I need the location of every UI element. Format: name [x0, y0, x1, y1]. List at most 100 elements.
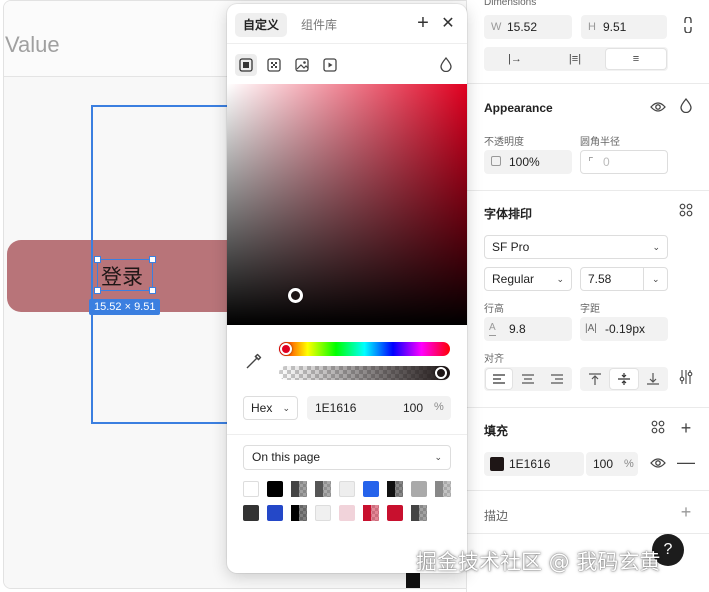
- fill-pct-symbol: %: [624, 458, 634, 470]
- saturation-value-area[interactable]: [227, 84, 467, 325]
- align-left-icon[interactable]: [486, 369, 512, 389]
- drop-icon[interactable]: [435, 54, 457, 76]
- swatch-transparent-half: [395, 481, 403, 497]
- line-height-label: 行高: [484, 304, 504, 315]
- swatch-source-select[interactable]: On this page ⌄: [243, 445, 451, 470]
- appearance-title: Appearance: [484, 101, 553, 115]
- line-height-icon: A: [489, 321, 496, 336]
- blend-mode-icon[interactable]: [676, 97, 696, 118]
- color-swatch[interactable]: [267, 481, 283, 497]
- resize-handle-br[interactable]: [149, 287, 156, 294]
- color-cursor[interactable]: [288, 288, 303, 303]
- hue-slider[interactable]: [279, 342, 450, 356]
- properties-panel: Dimensions W 15.52 H 9.51 |→ |≡| ≡ Appea…: [466, 0, 709, 592]
- color-swatch[interactable]: [339, 505, 355, 521]
- corner-radius-label: 圆角半径: [580, 137, 620, 148]
- swatch-solid-half: [291, 505, 299, 521]
- hex-input[interactable]: 1E1616 100 %: [307, 396, 451, 420]
- resize-hug-option[interactable]: |≡|: [546, 49, 604, 69]
- color-swatch[interactable]: [411, 505, 427, 521]
- align-top-icon[interactable]: [582, 369, 608, 389]
- fill-hex-value: 1E1616: [509, 457, 551, 471]
- width-label: W: [491, 21, 502, 33]
- font-size-value: 7.58: [588, 272, 612, 286]
- constrain-proportions-icon[interactable]: [678, 16, 698, 37]
- fill-type-toolbar: [227, 44, 467, 84]
- height-value: 9.51: [603, 20, 627, 34]
- font-family-select[interactable]: SF Pro ⌄: [484, 235, 668, 259]
- divider: [467, 190, 709, 191]
- close-icon[interactable]: ✕: [438, 13, 458, 35]
- align-middle-icon[interactable]: [610, 369, 638, 389]
- color-swatch[interactable]: [243, 505, 259, 521]
- solid-fill-icon[interactable]: [235, 54, 257, 76]
- resize-fill-option[interactable]: ≡: [606, 49, 666, 69]
- eye-icon[interactable]: [648, 98, 668, 118]
- tab-custom[interactable]: 自定义: [235, 13, 288, 37]
- add-stroke-icon[interactable]: +: [676, 502, 696, 522]
- color-swatch[interactable]: [363, 481, 379, 497]
- color-swatch[interactable]: [315, 481, 331, 497]
- color-swatch[interactable]: [291, 481, 307, 497]
- fill-visibility-eye-icon[interactable]: [648, 454, 668, 474]
- font-size-select[interactable]: 7.58 ⌄: [580, 267, 668, 291]
- fill-styles-icon[interactable]: [648, 419, 668, 439]
- color-swatch[interactable]: [291, 505, 307, 521]
- text-styles-icon[interactable]: [676, 202, 696, 222]
- hex-value: 1E1616: [315, 401, 357, 415]
- color-swatch[interactable]: [315, 505, 331, 521]
- letter-spacing-label: 字距: [580, 304, 600, 315]
- text-layer-content: 登录: [101, 265, 143, 289]
- plus-icon[interactable]: +: [413, 13, 433, 35]
- hue-slider-knob[interactable]: [280, 343, 292, 355]
- color-swatch[interactable]: [387, 481, 403, 497]
- fill-alpha-field[interactable]: 100 %: [586, 452, 638, 476]
- eyedropper-icon[interactable]: [245, 352, 265, 372]
- height-label: H: [588, 21, 596, 33]
- color-swatch[interactable]: [435, 481, 451, 497]
- resize-handle-bl[interactable]: [94, 287, 101, 294]
- alpha-pct-symbol: %: [434, 401, 444, 413]
- align-center-icon[interactable]: [514, 369, 542, 389]
- resize-fixed-option[interactable]: |→: [486, 49, 544, 69]
- align-right-icon[interactable]: [544, 369, 570, 389]
- opacity-value: 100%: [509, 155, 540, 169]
- letter-spacing-value: -0.19px: [605, 322, 646, 336]
- remove-fill-icon[interactable]: —: [676, 452, 696, 472]
- text-settings-icon[interactable]: [676, 369, 696, 389]
- color-swatch[interactable]: [411, 481, 427, 497]
- height-field[interactable]: H 9.51: [581, 15, 667, 39]
- tab-library[interactable]: 组件库: [293, 13, 345, 37]
- line-height-field[interactable]: A 9.8: [484, 317, 572, 341]
- swatch-transparent-half: [299, 481, 307, 497]
- fill-color-swatch[interactable]: [490, 457, 504, 471]
- swatch-solid-half: [315, 481, 323, 497]
- resize-handle-tl[interactable]: [94, 256, 101, 263]
- opacity-field[interactable]: 100%: [484, 150, 572, 174]
- add-fill-icon[interactable]: +: [676, 418, 696, 438]
- typography-title: 字体排印: [484, 207, 533, 221]
- gradient-fill-icon[interactable]: [263, 54, 285, 76]
- align-bottom-icon[interactable]: [640, 369, 666, 389]
- selected-text-layer[interactable]: 登录: [97, 259, 153, 291]
- fill-color-field[interactable]: 1E1616: [484, 452, 584, 476]
- color-swatch[interactable]: [243, 481, 259, 497]
- fill-title: 填充: [484, 424, 509, 438]
- corner-radius-field[interactable]: ⌜ 0: [580, 150, 668, 174]
- font-weight-select[interactable]: Regular ⌄: [484, 267, 572, 291]
- color-swatch[interactable]: [363, 505, 379, 521]
- video-fill-icon[interactable]: [319, 54, 341, 76]
- letter-spacing-field[interactable]: |A| -0.19px: [580, 317, 668, 341]
- color-swatch[interactable]: [267, 505, 283, 521]
- alpha-slider[interactable]: [279, 366, 450, 380]
- color-swatch[interactable]: [339, 481, 355, 497]
- resize-handle-tr[interactable]: [149, 256, 156, 263]
- width-field[interactable]: W 15.52: [484, 15, 572, 39]
- alpha-value: 100: [403, 401, 424, 415]
- swatch-solid-half: [363, 505, 371, 521]
- color-swatch[interactable]: [387, 505, 403, 521]
- alpha-slider-knob[interactable]: [435, 367, 447, 379]
- image-fill-icon[interactable]: [291, 54, 313, 76]
- color-format-select[interactable]: Hex ⌄: [243, 396, 298, 420]
- frame-title: Value: [5, 32, 60, 57]
